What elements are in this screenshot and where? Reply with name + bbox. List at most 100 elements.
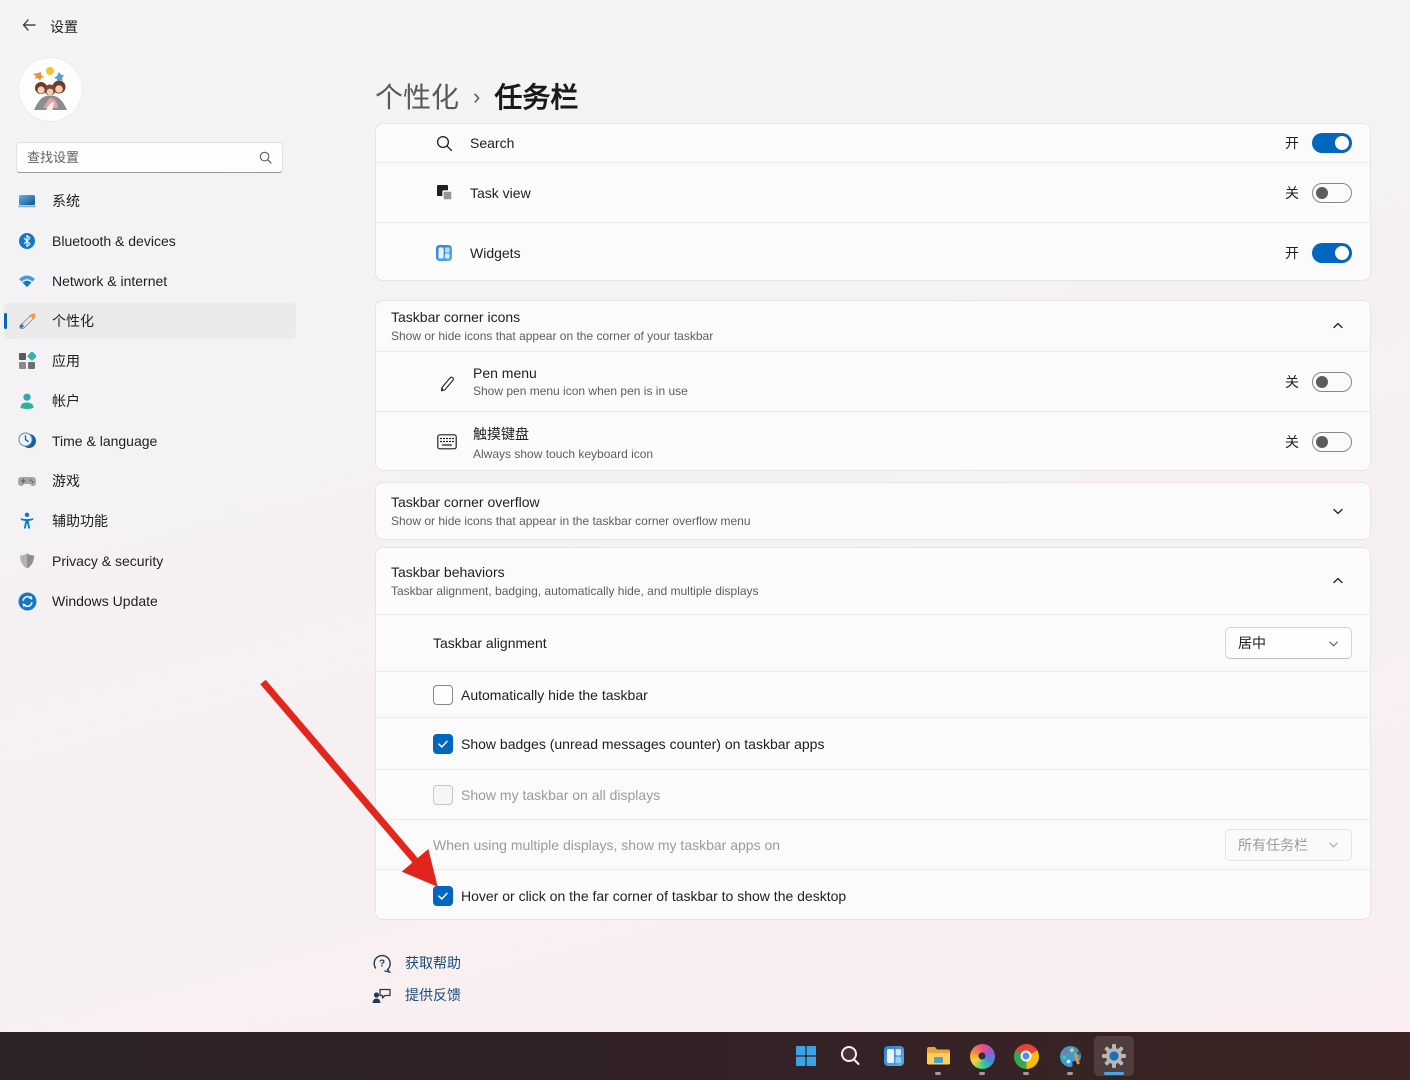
row-label: Pen menu	[473, 365, 688, 381]
windows-update-icon	[17, 591, 37, 611]
search-row-icon	[433, 132, 455, 154]
arrow-left-icon	[21, 17, 37, 33]
chevron-down-icon	[1328, 638, 1339, 649]
hover-show-desktop-checkbox[interactable]	[433, 886, 453, 906]
page-title: 任务栏	[494, 76, 578, 116]
section-subtitle: Show or hide icons that appear in the ta…	[391, 514, 1370, 528]
start-button[interactable]	[786, 1036, 826, 1076]
windows-taskbar	[0, 1032, 1410, 1080]
search-toggle[interactable]	[1312, 133, 1352, 153]
privacy-shield-icon	[17, 551, 37, 571]
back-button[interactable]	[14, 12, 44, 38]
setting-row-widgets[interactable]: Widgets 开	[376, 222, 1370, 281]
taskbar-items-card: Search 开 Task view 关 Widgets 开	[375, 123, 1371, 281]
chrome-icon	[1014, 1044, 1039, 1069]
setting-row-search[interactable]: Search 开	[376, 124, 1370, 162]
svg-text:?: ?	[379, 959, 385, 970]
show-badges-checkbox[interactable]	[433, 734, 453, 754]
sidebar-item-label: 个性化	[52, 311, 94, 331]
personalization-icon	[17, 311, 37, 331]
row-label: Task view	[470, 185, 531, 201]
toggle-state-label: 关	[1285, 372, 1299, 392]
sidebar-item-label: 帐户	[52, 391, 80, 411]
touch-keyboard-icon	[436, 431, 458, 453]
paint-button[interactable]	[1050, 1036, 1090, 1076]
settings-button[interactable]	[1094, 1036, 1134, 1076]
pen-menu-toggle[interactable]	[1312, 372, 1352, 392]
auto-hide-checkbox[interactable]	[433, 685, 453, 705]
row-label: Search	[470, 135, 514, 151]
sidebar-item-network-internet[interactable]: Network & internet	[4, 263, 296, 299]
checkbox-label: Hover or click on the far corner of task…	[461, 888, 846, 904]
color-wheel-icon	[970, 1044, 995, 1069]
setting-row-touch-keyboard[interactable]: 触摸键盘 Always show touch keyboard icon 关	[376, 411, 1370, 471]
search-input[interactable]	[27, 150, 259, 165]
sidebar-item-accounts[interactable]: 帐户	[4, 383, 296, 419]
touch-keyboard-toggle[interactable]	[1312, 432, 1352, 452]
give-feedback-link[interactable]: 提供反馈	[371, 985, 461, 1005]
file-explorer-button[interactable]	[918, 1036, 958, 1076]
section-title: Taskbar behaviors	[391, 564, 1370, 580]
row-description: Always show touch keyboard icon	[473, 447, 653, 461]
behaviors-header[interactable]: Taskbar behaviors Taskbar alignment, bad…	[376, 548, 1370, 614]
get-help-link[interactable]: ? 获取帮助	[371, 952, 461, 974]
sidebar-item-privacy-security[interactable]: Privacy & security	[4, 543, 296, 579]
toggle-state-label: 关	[1285, 432, 1299, 452]
taskbar-alignment-row: Taskbar alignment 居中	[376, 614, 1370, 671]
row-description: Show pen menu icon when pen is in use	[473, 384, 688, 398]
sidebar-item-system[interactable]: 系统	[4, 183, 296, 219]
show-badges-row[interactable]: Show badges (unread messages counter) on…	[376, 717, 1370, 769]
accessibility-icon	[17, 511, 37, 531]
search-icon	[839, 1045, 861, 1067]
sidebar-item-gaming[interactable]: 游戏	[4, 463, 296, 499]
taskbar-widgets-button[interactable]	[874, 1036, 914, 1076]
sidebar-item-bluetooth-devices[interactable]: Bluetooth & devices	[4, 223, 296, 259]
apps-icon	[17, 351, 37, 371]
sidebar-item-apps[interactable]: 应用	[4, 343, 296, 379]
paint-icon	[1058, 1044, 1083, 1069]
widgets-toggle[interactable]	[1312, 243, 1352, 263]
sidebar-item-windows-update[interactable]: Windows Update	[4, 583, 296, 619]
sidebar-item-time-language[interactable]: Time & language	[4, 423, 296, 459]
settings-search-box	[16, 142, 283, 173]
all-displays-row: Show my taskbar on all displays	[376, 769, 1370, 819]
widgets-icon	[882, 1044, 906, 1068]
taskbar-icon-row	[786, 1036, 1134, 1076]
auto-hide-taskbar-row[interactable]: Automatically hide the taskbar	[376, 671, 1370, 717]
setting-row-pen-menu[interactable]: Pen menu Show pen menu icon when pen is …	[376, 351, 1370, 411]
corner-overflow-header[interactable]: Taskbar corner overflow Show or hide ico…	[376, 483, 1370, 539]
section-title: Taskbar corner overflow	[391, 494, 1370, 510]
window-title: 设置	[50, 17, 78, 37]
feedback-icon	[371, 985, 393, 1005]
sidebar-item-label: Time & language	[52, 433, 157, 449]
sidebar-item-label: Bluetooth & devices	[52, 233, 176, 249]
taskbar-search-button[interactable]	[830, 1036, 870, 1076]
corner-icons-header[interactable]: Taskbar corner icons Show or hide icons …	[376, 301, 1370, 351]
multi-display-dropdown[interactable]: 所有任务栏	[1225, 829, 1352, 861]
multi-display-row: When using multiple displays, show my ta…	[376, 819, 1370, 869]
setting-row-task-view[interactable]: Task view 关	[376, 162, 1370, 222]
settings-gear-icon	[1101, 1043, 1127, 1069]
behaviors-card: Taskbar behaviors Taskbar alignment, bad…	[375, 547, 1371, 920]
search-icon[interactable]	[259, 151, 272, 164]
collapse-chevron-up-icon[interactable]	[1325, 313, 1351, 339]
row-label: When using multiple displays, show my ta…	[433, 837, 780, 853]
link-label: 获取帮助	[405, 953, 461, 973]
task-view-toggle[interactable]	[1312, 183, 1352, 203]
sidebar-item-accessibility[interactable]: 辅助功能	[4, 503, 296, 539]
collapse-chevron-up-icon[interactable]	[1325, 568, 1351, 594]
color-wheel-app-button[interactable]	[962, 1036, 1002, 1076]
toggle-state-label: 开	[1285, 243, 1299, 263]
time-language-icon	[17, 431, 37, 451]
hover-show-desktop-row[interactable]: Hover or click on the far corner of task…	[376, 869, 1370, 920]
breadcrumb-parent[interactable]: 个性化	[375, 76, 459, 116]
expand-chevron-down-icon[interactable]	[1325, 498, 1351, 524]
check-icon	[437, 738, 449, 750]
section-subtitle: Show or hide icons that appear on the co…	[391, 329, 1370, 343]
section-title: Taskbar corner icons	[391, 309, 1370, 325]
sidebar-item-personalization[interactable]: 个性化	[4, 303, 296, 339]
start-icon	[795, 1045, 817, 1067]
taskbar-alignment-dropdown[interactable]: 居中	[1225, 627, 1352, 659]
breadcrumb: 个性化 › 任务栏	[375, 76, 578, 116]
chrome-button[interactable]	[1006, 1036, 1046, 1076]
